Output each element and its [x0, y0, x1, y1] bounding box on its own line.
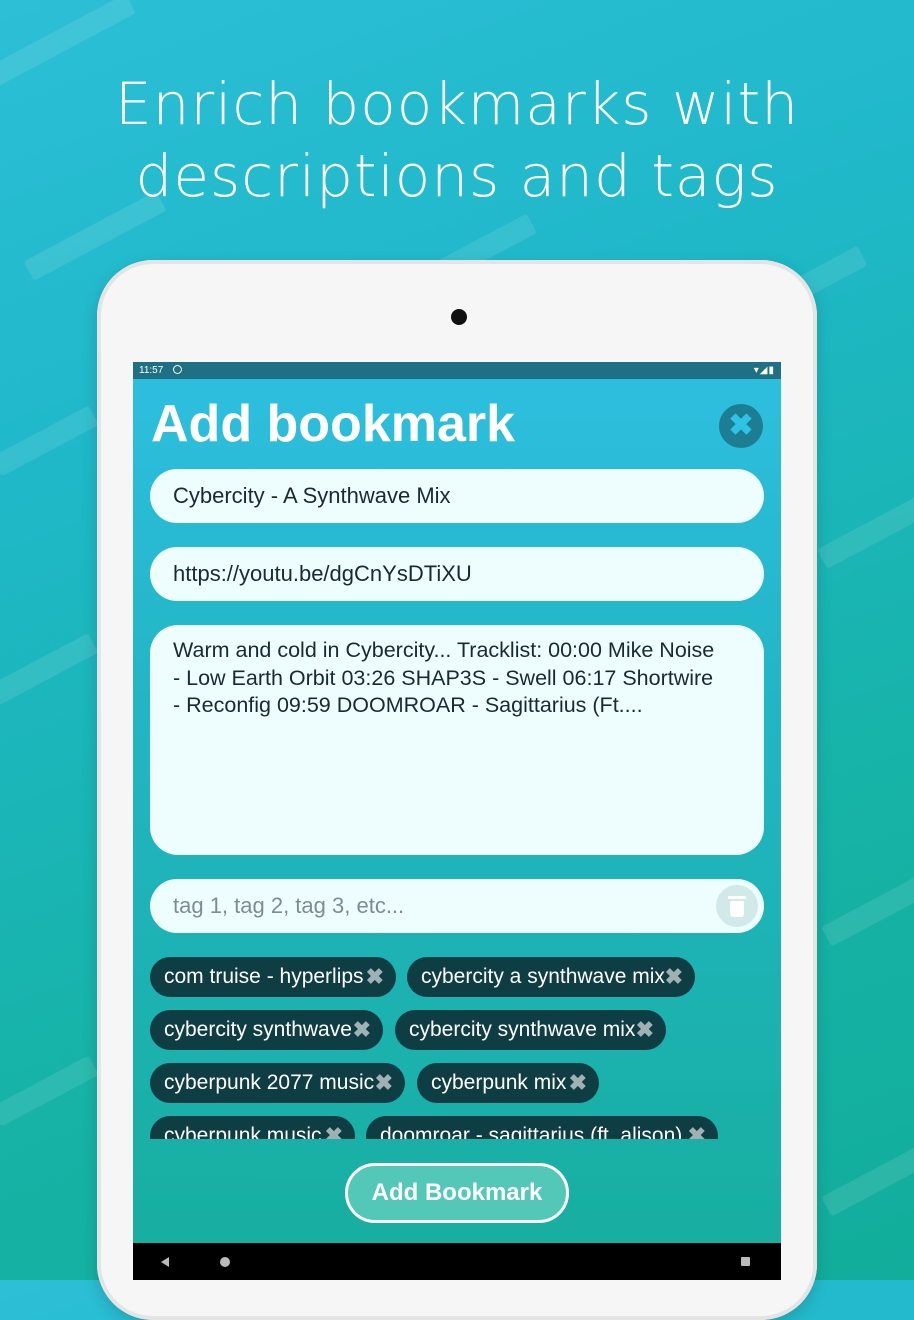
tag-chip-label: cyberpunk 2077 music: [164, 1071, 375, 1094]
status-icons: ▾◢▮: [753, 365, 775, 376]
tag-list: com truise - hyperlips ✖ cybercity a syn…: [150, 955, 764, 1139]
tag-chip-label: cybercity synthwave: [164, 1018, 352, 1041]
tag-chip-label: cyberpunk music: [164, 1124, 322, 1139]
background-decoration: [816, 493, 914, 569]
back-icon[interactable]: [161, 1257, 169, 1267]
background-decoration: [821, 1145, 914, 1217]
page-title: Add bookmark: [151, 395, 516, 453]
tag-chip[interactable]: doomroar - sagittarius (ft. alison) ✖: [366, 1116, 718, 1139]
close-icon[interactable]: ✖: [366, 957, 384, 997]
promo-headline: Enrich bookmarks with descriptions and t…: [0, 68, 914, 212]
close-button[interactable]: ✖: [719, 404, 763, 448]
add-bookmark-button[interactable]: Add Bookmark: [345, 1163, 569, 1223]
background-decoration: [0, 633, 99, 709]
home-icon[interactable]: [220, 1257, 230, 1267]
close-icon[interactable]: ✖: [325, 1116, 343, 1139]
status-time: 11:57: [139, 365, 164, 376]
tag-chip-label: com truise - hyperlips: [164, 965, 364, 988]
status-bar: 11:57 ▾◢▮: [133, 362, 781, 379]
tag-chip[interactable]: cyberpunk mix ✖: [417, 1063, 599, 1103]
close-icon[interactable]: ✖: [353, 1010, 371, 1050]
tag-chip-label: cybercity synthwave mix: [409, 1018, 636, 1041]
tag-chip[interactable]: cyberpunk music ✖: [150, 1116, 355, 1139]
tag-chip-label: cybercity a synthwave mix: [421, 965, 665, 988]
tag-chip[interactable]: cybercity synthwave ✖: [150, 1010, 383, 1050]
tag-chip-label: cyberpunk mix: [431, 1071, 567, 1094]
name-field[interactable]: Cybercity - A Synthwave Mix: [150, 469, 764, 523]
close-icon: ✖: [728, 409, 754, 442]
app-screen: 11:57 ▾◢▮ Add bookmark ✖ Cybercity - A S…: [133, 362, 781, 1280]
description-field[interactable]: Warm and cold in Cybercity... Tracklist:…: [150, 625, 764, 855]
background-decoration: [0, 405, 99, 477]
tag-chip[interactable]: cybercity a synthwave mix ✖: [407, 957, 695, 997]
tag-chip[interactable]: cybercity synthwave mix ✖: [395, 1010, 666, 1050]
clear-tags-button[interactable]: [716, 885, 758, 927]
tags-input[interactable]: tag 1, tag 2, tag 3, etc...: [150, 879, 764, 933]
camera-dot: [451, 309, 467, 325]
url-field[interactable]: https://youtu.be/dgCnYsDTiXU: [150, 547, 764, 601]
close-icon[interactable]: ✖: [688, 1116, 706, 1139]
tag-chip-label: doomroar - sagittarius (ft. alison): [380, 1124, 683, 1139]
sync-icon: [173, 365, 182, 374]
background-decoration: [821, 875, 914, 947]
headline-line-2: descriptions and tags: [135, 142, 779, 210]
close-icon[interactable]: ✖: [375, 1063, 393, 1103]
headline-line-1: Enrich bookmarks with: [114, 70, 799, 138]
close-icon[interactable]: ✖: [569, 1063, 587, 1103]
tag-chip[interactable]: com truise - hyperlips ✖: [150, 957, 396, 997]
system-nav-bar: [133, 1243, 781, 1280]
tags-placeholder: tag 1, tag 2, tag 3, etc...: [173, 893, 405, 918]
tag-chip[interactable]: cyberpunk 2077 music ✖: [150, 1063, 405, 1103]
recents-icon[interactable]: [741, 1257, 750, 1266]
background-decoration: [0, 1055, 99, 1127]
close-icon[interactable]: ✖: [636, 1010, 654, 1050]
close-icon[interactable]: ✖: [665, 957, 683, 997]
